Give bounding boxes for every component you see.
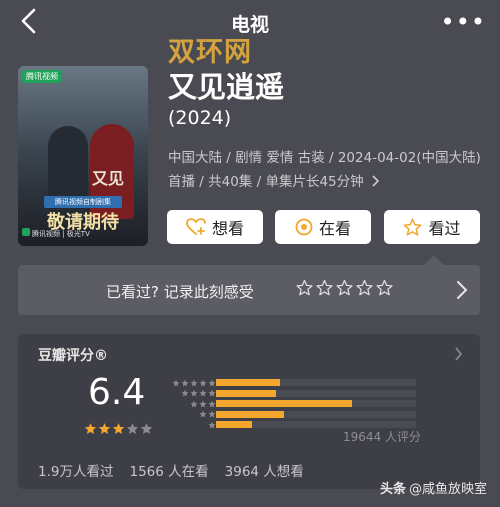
watching-count: 1566 人在看 bbox=[129, 464, 209, 480]
bar-star-icon bbox=[199, 379, 207, 386]
watching-circle-icon bbox=[295, 218, 313, 236]
more-options-icon[interactable]: ••• bbox=[441, 8, 486, 36]
bar-star-icon bbox=[199, 400, 207, 407]
heart-plus-icon bbox=[186, 218, 206, 236]
source-credit: 头条 @咸鱼放映室 bbox=[380, 478, 487, 497]
rating-bar-4-star bbox=[170, 389, 416, 398]
review-star-picker[interactable] bbox=[296, 279, 393, 296]
douban-rating-title: 豆瓣评分® bbox=[38, 348, 108, 364]
rating-bar-1-star bbox=[170, 420, 416, 429]
rating-bar-track bbox=[216, 410, 416, 418]
review-prompt-text: 已看过? 记录此刻感受 bbox=[106, 283, 254, 301]
rate-star-2-icon[interactable] bbox=[316, 279, 333, 296]
rating-bar-track bbox=[216, 400, 416, 407]
bar-star-icon bbox=[208, 421, 216, 428]
rating-bar-track bbox=[216, 421, 416, 428]
bar-star-icon bbox=[208, 379, 216, 386]
score-star-icon bbox=[84, 423, 97, 434]
rating-bar-3-star bbox=[170, 399, 416, 408]
bar-star-icon bbox=[208, 389, 216, 397]
want-to-watch-button[interactable]: 想看 bbox=[167, 210, 263, 244]
rate-star-1-icon[interactable] bbox=[296, 279, 313, 296]
want-label: 想看 bbox=[211, 219, 244, 238]
credit-platform: 头条 bbox=[380, 482, 407, 497]
chevron-right-icon[interactable] bbox=[454, 347, 463, 361]
viewer-stats: 1.9万人看过 1566 人在看 3964 人想看 bbox=[38, 460, 304, 480]
show-meta[interactable]: 中国大陆 / 剧情 爱情 古装 / 2024-04-02(中国大陆) 首播 / … bbox=[168, 146, 486, 194]
watched-button[interactable]: 看过 bbox=[384, 210, 480, 244]
bar-star-icon bbox=[181, 389, 189, 397]
bar-star-icon bbox=[190, 379, 198, 386]
score-stars bbox=[84, 422, 153, 435]
poster-tag: 腾讯视频自制剧集 bbox=[44, 196, 122, 208]
poster-app-badge: 腾讯视频 bbox=[22, 70, 62, 83]
show-meta-text: 中国大陆 / 剧情 爱情 古装 / 2024-04-02(中国大陆) 首播 / … bbox=[168, 150, 481, 190]
rate-star-5-icon[interactable] bbox=[376, 279, 393, 296]
rating-bar-fill bbox=[216, 410, 284, 418]
seen-count: 1.9万人看过 bbox=[38, 464, 114, 480]
watched-label: 看过 bbox=[428, 219, 461, 238]
watching-label: 在看 bbox=[318, 219, 351, 238]
bar-star-icon bbox=[190, 400, 198, 407]
bar-star-icon bbox=[190, 389, 198, 397]
show-poster[interactable]: 腾讯视频 又见 腾讯视频自制剧集 敬请期待 腾讯视频 | 极光TV bbox=[18, 66, 148, 246]
watching-button[interactable]: 在看 bbox=[275, 210, 371, 244]
score-star-icon bbox=[98, 423, 111, 434]
rating-bar-5-star bbox=[170, 378, 416, 387]
star-outline-icon bbox=[403, 218, 422, 236]
bar-star-icon bbox=[181, 379, 189, 386]
rating-bar-fill bbox=[216, 421, 252, 428]
bar-star-icon bbox=[208, 410, 216, 418]
bar-star-icon bbox=[199, 389, 207, 397]
score-star-icon bbox=[140, 423, 153, 434]
rating-bar-2-star bbox=[170, 410, 416, 419]
poster-platform: 腾讯视频 | 极光TV bbox=[32, 230, 90, 238]
score-star-icon bbox=[112, 423, 125, 434]
score-star-icon bbox=[126, 423, 139, 434]
bar-star-icon bbox=[208, 400, 216, 407]
rating-count: 19644 人评分 bbox=[343, 430, 421, 444]
rating-bar-track bbox=[216, 389, 416, 397]
want-count: 3964 人想看 bbox=[224, 464, 304, 480]
bar-star-icon bbox=[172, 379, 180, 386]
douban-score: 6.4 bbox=[88, 372, 146, 413]
rate-star-3-icon[interactable] bbox=[336, 279, 353, 296]
show-year: (2024) bbox=[168, 107, 232, 129]
poster-play-icon bbox=[22, 228, 30, 236]
chevron-right-icon bbox=[372, 175, 380, 187]
review-strip-pointer bbox=[424, 255, 444, 265]
rating-bar-fill bbox=[216, 389, 276, 397]
poster-calligraphy: 又见 bbox=[92, 169, 125, 188]
show-name: 又见逍遥 bbox=[168, 70, 285, 104]
credit-author: @咸鱼放映室 bbox=[409, 482, 488, 497]
rating-bar-fill bbox=[216, 379, 280, 386]
rating-bar-fill bbox=[216, 400, 352, 407]
rate-star-4-icon[interactable] bbox=[356, 279, 373, 296]
chevron-right-icon[interactable] bbox=[455, 280, 469, 300]
bar-star-icon bbox=[199, 410, 207, 418]
rating-bar-track bbox=[216, 379, 416, 386]
